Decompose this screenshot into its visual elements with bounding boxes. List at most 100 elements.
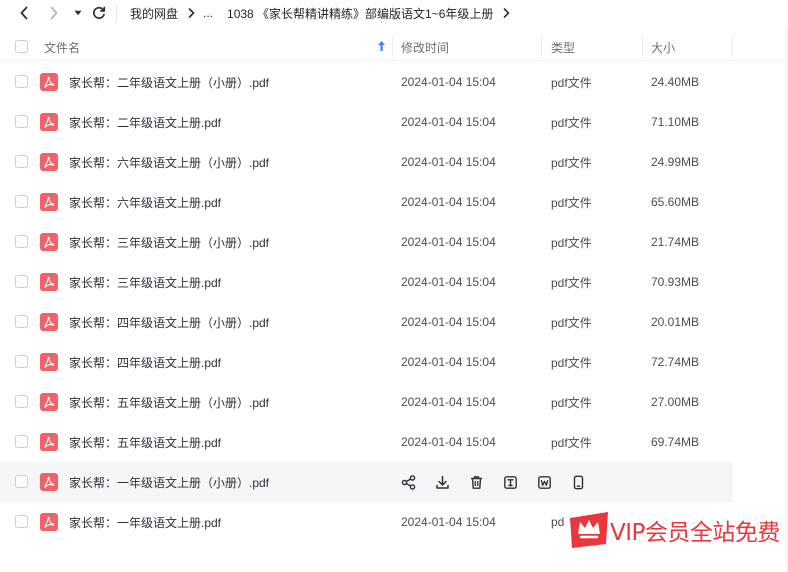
- file-size: 24.40MB: [651, 75, 700, 89]
- row-checkbox[interactable]: [15, 515, 28, 528]
- row-checkbox[interactable]: [15, 115, 28, 128]
- file-modified-time: 2024-01-04 15:04: [401, 315, 496, 329]
- send-to-phone-button[interactable]: [569, 473, 587, 491]
- pdf-file-icon: [40, 313, 58, 331]
- file-row[interactable]: 家长帮：四年级语文上册.pdf 2024-01-04 15:04 pdf文件 7…: [0, 342, 733, 382]
- convert-word-button[interactable]: [535, 473, 553, 491]
- file-modified-time: 2024-01-04 15:04: [401, 275, 496, 289]
- forward-button[interactable]: [44, 3, 64, 23]
- file-row[interactable]: 家长帮：五年级语文上册（小册）.pdf 2024-01-04 15:04 pdf…: [0, 382, 733, 422]
- file-name[interactable]: 家长帮：四年级语文上册.pdf: [69, 342, 221, 382]
- sort-ascending-icon[interactable]: [377, 40, 386, 52]
- share-button[interactable]: [399, 473, 417, 491]
- vip-crown-logo-icon: [568, 510, 610, 550]
- delete-icon: [470, 475, 482, 489]
- column-divider[interactable]: [392, 35, 393, 59]
- file-name[interactable]: 家长帮：五年级语文上册（小册）.pdf: [69, 382, 269, 422]
- column-header-type[interactable]: 类型: [551, 33, 575, 61]
- column-header-name[interactable]: 文件名: [44, 33, 80, 61]
- file-size: 21.74MB: [651, 235, 700, 249]
- file-type: pdf文件: [551, 235, 592, 250]
- file-type: pdf文件: [551, 115, 592, 130]
- file-size: 70.93MB: [651, 275, 700, 289]
- row-checkbox[interactable]: [15, 75, 28, 88]
- pdf-file-icon: [40, 353, 58, 371]
- refresh-button[interactable]: [90, 3, 108, 23]
- breadcrumb-ellipsis[interactable]: ...: [203, 6, 213, 20]
- text-icon: [503, 475, 517, 489]
- file-type: pdf文件: [551, 75, 592, 90]
- column-divider[interactable]: [541, 35, 542, 59]
- download-icon: [435, 475, 449, 489]
- file-row[interactable]: 家长帮：二年级语文上册.pdf 2024-01-04 15:04 pdf文件 7…: [0, 102, 733, 142]
- file-row[interactable]: 家长帮：六年级语文上册（小册）.pdf 2024-01-04 15:04 pdf…: [0, 142, 733, 182]
- row-checkbox[interactable]: [15, 155, 28, 168]
- file-type: pdf文件: [551, 195, 592, 210]
- file-modified-time: 2024-01-04 15:04: [401, 155, 496, 169]
- breadcrumb-root[interactable]: 我的网盘: [130, 5, 178, 22]
- file-size: 65.60MB: [651, 195, 700, 209]
- file-row[interactable]: 家长帮：五年级语文上册.pdf 2024-01-04 15:04 pdf文件 6…: [0, 422, 733, 462]
- file-table-header: 文件名 修改时间 类型 大小: [0, 33, 788, 61]
- file-name[interactable]: 家长帮：二年级语文上册（小册）.pdf: [69, 62, 269, 102]
- breadcrumb: 我的网盘 ... 1038 《家长帮精讲精练》部编版语文1~6年级上册: [130, 0, 518, 26]
- file-type: pdf文件: [551, 155, 592, 170]
- column-divider[interactable]: [732, 35, 733, 59]
- download-button[interactable]: [433, 473, 451, 491]
- delete-button[interactable]: [467, 473, 485, 491]
- file-modified-time: 2024-01-04 15:04: [401, 435, 496, 449]
- select-all-checkbox[interactable]: [15, 40, 28, 53]
- extract-text-button[interactable]: [501, 473, 519, 491]
- file-size: 72.74MB: [651, 355, 700, 369]
- file-row[interactable]: 家长帮：三年级语文上册（小册）.pdf 2024-01-04 15:04 pdf…: [0, 222, 733, 262]
- file-name[interactable]: 家长帮：二年级语文上册.pdf: [69, 102, 221, 142]
- pdf-file-icon: [40, 73, 58, 91]
- row-checkbox[interactable]: [15, 435, 28, 448]
- history-dropdown-button[interactable]: [71, 3, 85, 23]
- chevron-left-icon: [20, 6, 28, 20]
- file-name[interactable]: 家长帮：六年级语文上册（小册）.pdf: [69, 142, 269, 182]
- file-modified-time: 2024-01-04 15:04: [401, 115, 496, 129]
- back-button[interactable]: [14, 3, 34, 23]
- vip-watermark: VIP会员全站免费: [568, 507, 780, 553]
- row-checkbox[interactable]: [15, 275, 28, 288]
- row-checkbox[interactable]: [15, 355, 28, 368]
- caret-down-icon: [74, 10, 82, 16]
- word-icon: [537, 475, 551, 489]
- file-type: pdf文件: [551, 315, 592, 330]
- row-checkbox[interactable]: [15, 195, 28, 208]
- column-header-modified[interactable]: 修改时间: [401, 33, 449, 61]
- share-icon: [401, 474, 415, 490]
- file-name[interactable]: 家长帮：六年级语文上册.pdf: [69, 182, 221, 222]
- pdf-file-icon: [40, 113, 58, 131]
- breadcrumb-separator-icon: [188, 8, 195, 18]
- file-name[interactable]: 家长帮：一年级语文上册（小册）.pdf: [69, 462, 269, 502]
- file-modified-time: 2024-01-04 15:04: [401, 195, 496, 209]
- file-name[interactable]: 家长帮：三年级语文上册.pdf: [69, 262, 221, 302]
- breadcrumb-current-folder[interactable]: 1038 《家长帮精讲精练》部编版语文1~6年级上册: [227, 5, 493, 22]
- row-checkbox[interactable]: [15, 395, 28, 408]
- pdf-file-icon: [40, 393, 58, 411]
- file-row[interactable]: 家长帮：四年级语文上册（小册）.pdf 2024-01-04 15:04 pdf…: [0, 302, 733, 342]
- file-modified-time: 2024-01-04 15:04: [401, 355, 496, 369]
- file-row-hovered[interactable]: 家长帮：一年级语文上册（小册）.pdf: [0, 462, 733, 502]
- chevron-right-icon: [50, 6, 58, 20]
- file-name[interactable]: 家长帮：三年级语文上册（小册）.pdf: [69, 222, 269, 262]
- file-name[interactable]: 家长帮：一年级语文上册.pdf: [69, 502, 221, 542]
- pdf-file-icon: [40, 433, 58, 451]
- file-type: pdf文件: [551, 395, 592, 410]
- file-modified-time: 2024-01-04 15:04: [401, 75, 496, 89]
- file-name[interactable]: 家长帮：五年级语文上册.pdf: [69, 422, 221, 462]
- column-divider[interactable]: [642, 35, 643, 59]
- watermark-text: VIP会员全站免费: [610, 520, 780, 546]
- row-checkbox[interactable]: [15, 475, 28, 488]
- column-header-size[interactable]: 大小: [651, 33, 675, 61]
- file-name[interactable]: 家长帮：四年级语文上册（小册）.pdf: [69, 302, 269, 342]
- row-action-toolbar: [399, 473, 603, 491]
- row-checkbox[interactable]: [15, 315, 28, 328]
- file-row[interactable]: 家长帮：三年级语文上册.pdf 2024-01-04 15:04 pdf文件 7…: [0, 262, 733, 302]
- file-row[interactable]: 家长帮：二年级语文上册（小册）.pdf 2024-01-04 15:04 pdf…: [0, 62, 733, 102]
- row-checkbox[interactable]: [15, 235, 28, 248]
- file-row[interactable]: 家长帮：六年级语文上册.pdf 2024-01-04 15:04 pdf文件 6…: [0, 182, 733, 222]
- phone-icon: [573, 475, 583, 489]
